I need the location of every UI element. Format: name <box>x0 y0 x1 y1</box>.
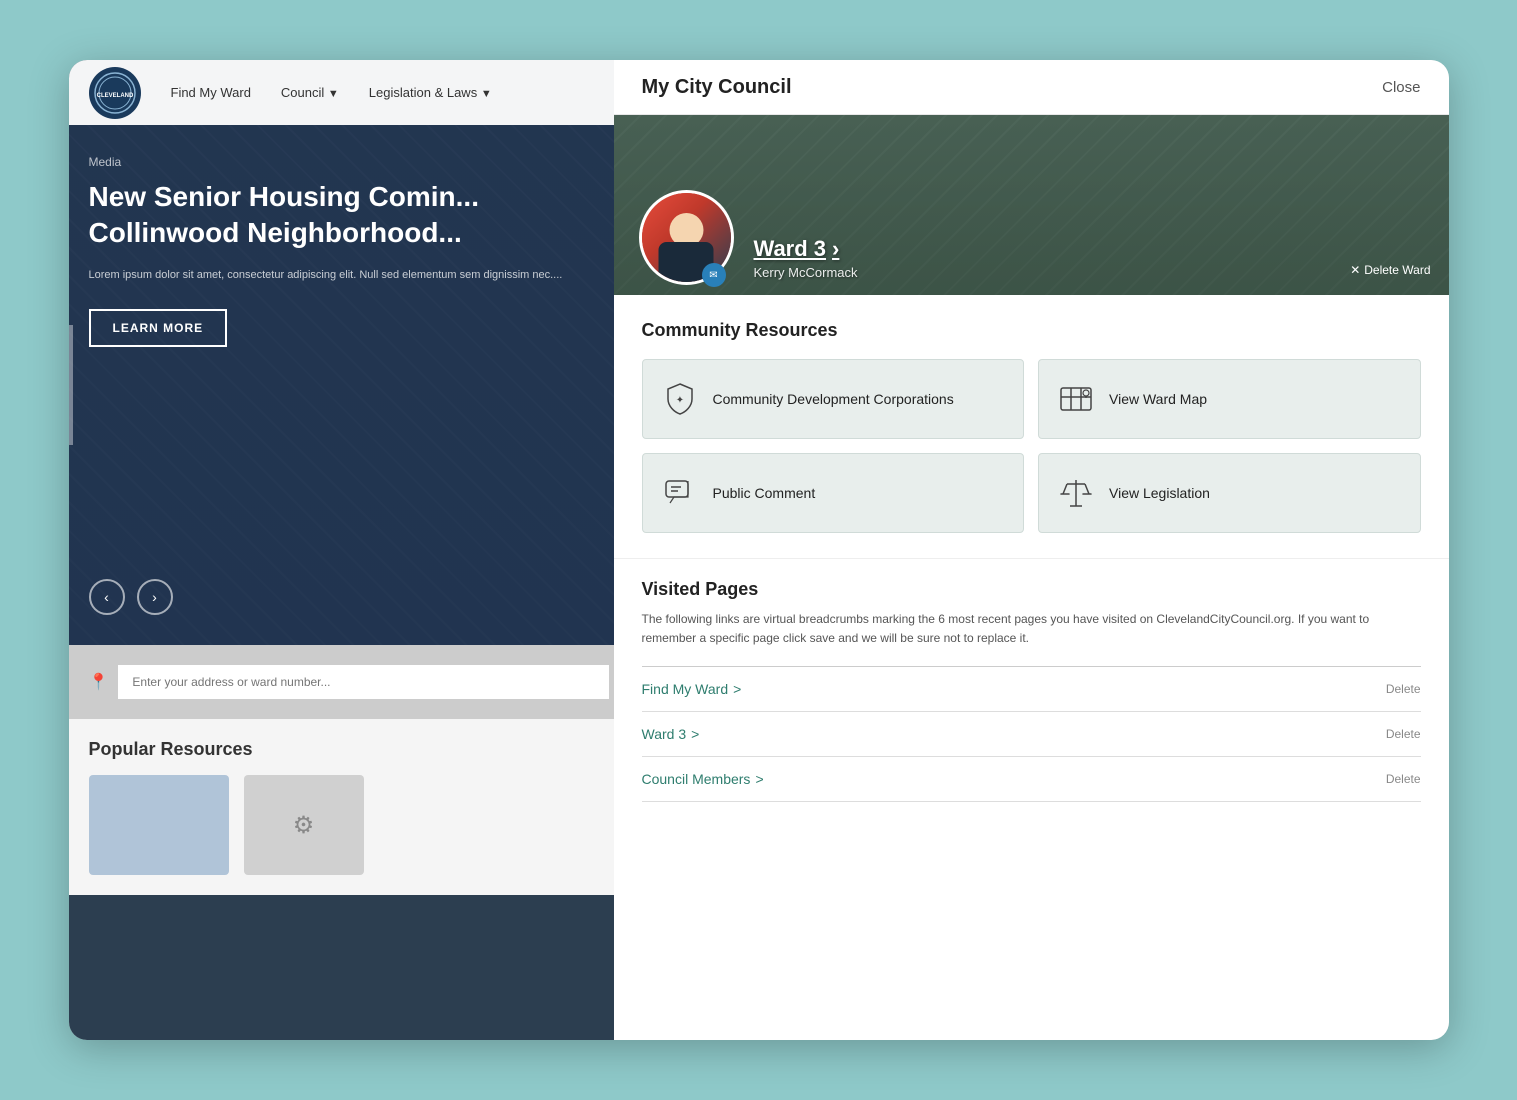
nav-legislation[interactable]: Legislation & Laws ▼ <box>369 85 492 100</box>
delete-ward-3-button[interactable]: Delete <box>1386 727 1421 741</box>
scale-icon <box>1057 474 1095 512</box>
hero-body: Lorem ipsum dolor sit amet, consectetur … <box>89 267 609 285</box>
visited-item-find-my-ward: Find My Ward > Delete <box>642 667 1421 712</box>
panel-title: My City Council <box>642 76 792 99</box>
popular-card-1 <box>89 775 229 875</box>
popular-resources-title: Popular Resources <box>89 739 609 760</box>
visited-item-council-members: Council Members > Delete <box>642 757 1421 802</box>
my-city-council-panel: My City Council Close ✉ <box>614 60 1449 1040</box>
hero-title: New Senior Housing Comin... Collinwood N… <box>89 179 609 252</box>
cdc-label: Community Development Corporations <box>713 390 954 408</box>
resource-grid: ✦ Community Development Corporations <box>642 359 1421 533</box>
bg-popular-resources: Popular Resources ⚙ <box>69 719 629 895</box>
resource-card-cdc[interactable]: ✦ Community Development Corporations <box>642 359 1025 439</box>
bg-hero: Media New Senior Housing Comin... Collin… <box>69 125 629 645</box>
location-icon: 📍 <box>89 672 109 692</box>
ward-banner: ✉ Ward 3 › Kerry McCormack ✕ Delete Ward <box>614 115 1449 295</box>
map-icon <box>1057 380 1095 418</box>
hero-category: Media <box>89 155 609 169</box>
visited-link-council-members[interactable]: Council Members > <box>642 771 764 787</box>
nav-council[interactable]: Council ▼ <box>281 85 339 100</box>
x-icon: ✕ <box>1350 263 1360 277</box>
ward-info: Ward 3 › Kerry McCormack <box>614 221 1449 295</box>
bg-logo: CLEVELAND <box>89 67 141 119</box>
popular-card-2: ⚙ <box>244 775 364 875</box>
svg-text:CLEVELAND: CLEVELAND <box>96 93 133 99</box>
close-button[interactable]: Close <box>1382 79 1420 96</box>
visited-pages-description: The following links are virtual breadcru… <box>642 610 1421 648</box>
shield-icon: ✦ <box>661 380 699 418</box>
nav-find-my-ward[interactable]: Find My Ward <box>171 85 251 100</box>
delete-find-my-ward-button[interactable]: Delete <box>1386 682 1421 696</box>
slider-line <box>69 325 73 445</box>
bg-search-area: 📍 <box>69 645 629 719</box>
legislation-label: View Legislation <box>1109 484 1210 502</box>
resource-card-legislation[interactable]: View Legislation <box>1038 453 1421 533</box>
visited-link-find-my-ward[interactable]: Find My Ward > <box>642 681 742 697</box>
delete-council-members-button[interactable]: Delete <box>1386 772 1421 786</box>
bg-website: CLEVELAND Find My Ward Council ▼ Legisla… <box>69 60 629 1040</box>
panel-header: My City Council Close <box>614 60 1449 115</box>
address-search-input[interactable] <box>118 665 608 699</box>
outer-frame: CLEVELAND Find My Ward Council ▼ Legisla… <box>69 60 1449 1040</box>
resource-card-ward-map[interactable]: View Ward Map <box>1038 359 1421 439</box>
bg-nav: CLEVELAND Find My Ward Council ▼ Legisla… <box>69 60 629 125</box>
learn-more-button[interactable]: LEARN MORE <box>89 309 228 347</box>
ward-name-block: Ward 3 › Kerry McCormack <box>754 236 858 280</box>
panel-body: ✉ Ward 3 › Kerry McCormack ✕ Delete Ward <box>614 115 1449 1040</box>
ward-map-label: View Ward Map <box>1109 390 1207 408</box>
slider-buttons: ‹ › <box>89 579 173 615</box>
slider-prev-button[interactable]: ‹ <box>89 579 125 615</box>
ward-name-link[interactable]: Ward 3 › <box>754 236 858 262</box>
delete-ward-button[interactable]: ✕ Delete Ward <box>1350 263 1430 277</box>
slider-next-button[interactable]: › <box>137 579 173 615</box>
comment-icon <box>661 474 699 512</box>
visited-link-ward-3[interactable]: Ward 3 > <box>642 726 700 742</box>
public-comment-label: Public Comment <box>713 484 816 502</box>
resource-card-public-comment[interactable]: Public Comment <box>642 453 1025 533</box>
popular-cards: ⚙ <box>89 775 609 875</box>
visited-pages-title: Visited Pages <box>642 579 1421 600</box>
community-resources-title: Community Resources <box>642 320 1421 341</box>
ward-council-member: Kerry McCormack <box>754 265 858 280</box>
visited-pages-list: Find My Ward > Delete Ward 3 > Delete <box>642 666 1421 802</box>
community-resources-section: Community Resources ✦ Community Developm… <box>614 295 1449 558</box>
visited-item-ward-3: Ward 3 > Delete <box>642 712 1421 757</box>
visited-pages-section: Visited Pages The following links are vi… <box>614 558 1449 822</box>
svg-text:✦: ✦ <box>675 395 683 406</box>
